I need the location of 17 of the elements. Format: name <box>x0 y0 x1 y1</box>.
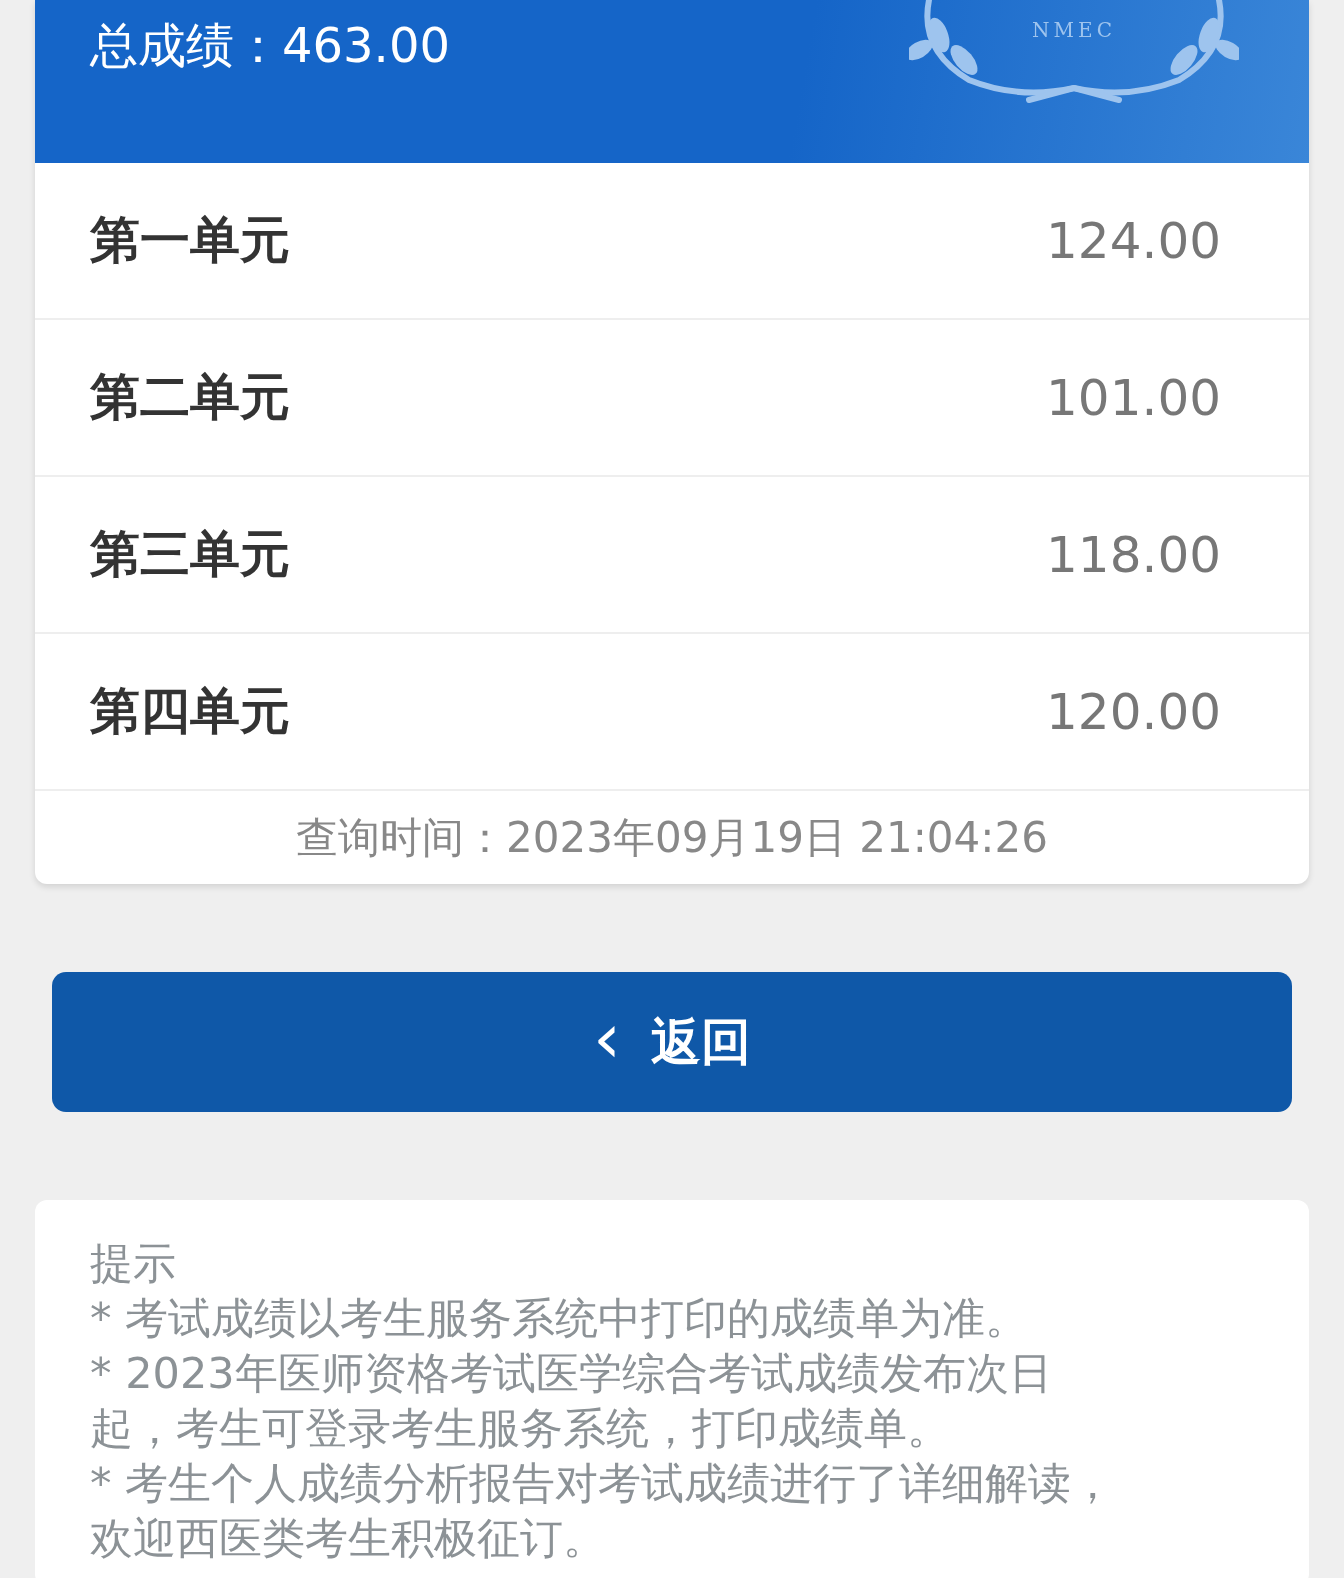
unit-score: 124.00 <box>1046 211 1221 270</box>
unit-score: 118.00 <box>1046 525 1221 584</box>
tip-text: * 考生个人成绩分析报告对考试成绩进行了详细解读，欢迎西医类考生积极征订。 <box>90 1457 1116 1565</box>
total-score: 总成绩：463.00 <box>90 16 450 75</box>
query-time: 查询时间：2023年09月19日 21:04:26 <box>295 811 1049 864</box>
unit-name: 第一单元 <box>90 210 290 271</box>
emblem-text: NMEC <box>1031 18 1117 42</box>
unit-score: 101.00 <box>1046 368 1221 427</box>
unit-score: 120.00 <box>1046 682 1221 741</box>
tip-text: * 考试成绩以考生服务系统中打印的成绩单为准。 <box>90 1292 1030 1345</box>
unit-name: 第四单元 <box>90 681 290 742</box>
unit-name: 第三单元 <box>90 524 290 585</box>
back-button[interactable]: ‹ 返回 <box>52 972 1292 1112</box>
unit-name: 第二单元 <box>90 367 290 428</box>
laurel-icon <box>909 0 1239 105</box>
tip-text: * 2023年医师资格考试医学综合考试成绩发布次日起，考生可登录考生服务系统，打印成绩单。 <box>90 1347 1053 1455</box>
tips-title: 提示 <box>90 1237 177 1290</box>
